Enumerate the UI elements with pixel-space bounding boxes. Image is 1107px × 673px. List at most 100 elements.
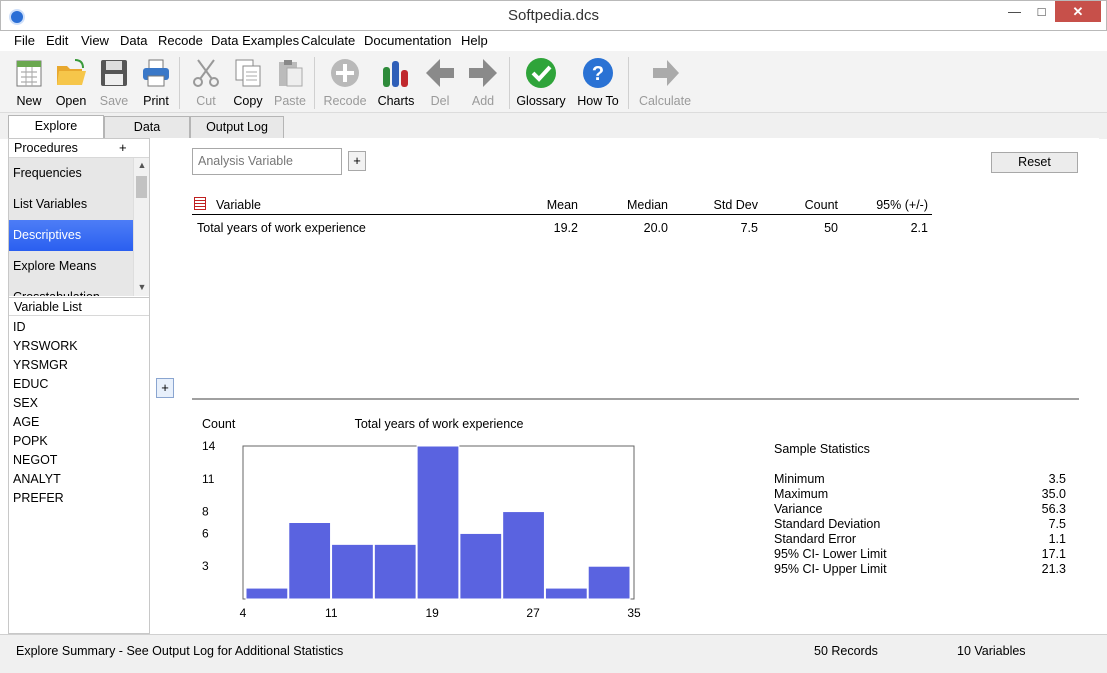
paste-button[interactable]: Paste (267, 55, 313, 111)
glossary-label: Glossary (516, 94, 566, 108)
tab-data[interactable]: Data (104, 116, 190, 139)
status-variables: 10 Variables (957, 644, 1026, 658)
procedure-crosstabulation[interactable]: Crosstabulation (9, 282, 133, 296)
recode-label: Recode (323, 94, 367, 108)
histogram-bar (416, 445, 460, 600)
histogram-bar (245, 587, 289, 600)
printer-icon (140, 57, 172, 89)
add-analysis-variable-button[interactable]: + (348, 151, 366, 171)
print-button[interactable]: Print (133, 55, 179, 111)
menu-edit[interactable]: Edit (46, 33, 68, 48)
table-cell-ci: 2.1 (910, 221, 928, 235)
variable-item[interactable]: ANALYT (13, 472, 61, 486)
help-question-icon: ? (582, 57, 614, 89)
left-pane: Procedures + Frequencies List Variables … (8, 138, 150, 634)
bar-chart-icon (380, 57, 412, 89)
window-title: Softpedia.dcs (508, 7, 599, 24)
howto-button[interactable]: ? How To (575, 55, 621, 111)
stat-value: 21.3 (1041, 562, 1066, 576)
procedures-list: Frequencies List Variables Descriptives … (9, 158, 133, 296)
header-std-dev: Std Dev (713, 198, 758, 212)
tab-explore[interactable]: Explore (8, 115, 104, 139)
analysis-variable-field[interactable]: Analysis Variable (192, 148, 342, 175)
procedures-scrollbar[interactable]: ▲ ▼ (133, 158, 149, 296)
stat-value: 17.1 (1041, 547, 1066, 561)
x-tick-label: 4 (240, 606, 247, 620)
chart-title: Total years of work experience (355, 417, 524, 431)
stat-label: 95% CI- Upper Limit (774, 562, 887, 576)
calculate-button[interactable]: Calculate (639, 55, 691, 111)
glossary-button[interactable]: Glossary (516, 55, 566, 111)
variable-item[interactable]: EDUC (13, 377, 48, 391)
add-chart-button[interactable]: + (156, 378, 174, 398)
procedure-list-variables[interactable]: List Variables (9, 189, 133, 220)
status-summary: Explore Summary - See Output Log for Add… (16, 644, 344, 658)
stat-value: 1.1 (1048, 532, 1066, 546)
scroll-down-arrow-icon[interactable]: ▼ (134, 282, 150, 292)
stat-row-variance: Variance 56.3 (774, 502, 1066, 517)
histogram-bar (544, 587, 588, 600)
menu-help[interactable]: Help (461, 33, 488, 48)
new-file-icon (13, 57, 45, 89)
menu-calculate[interactable]: Calculate (301, 33, 355, 48)
variable-item[interactable]: POPK (13, 434, 48, 448)
table-cell-mean: 19.2 (553, 221, 578, 235)
header-mean: Mean (546, 198, 578, 212)
table-cell-count: 50 (824, 221, 838, 235)
variable-item[interactable]: YRSMGR (13, 358, 68, 372)
calculate-label: Calculate (638, 94, 692, 108)
menu-data[interactable]: Data (120, 33, 147, 48)
stat-row-minimum: Minimum 3.5 (774, 472, 1066, 487)
add-button[interactable]: Add (460, 55, 506, 111)
stat-value: 7.5 (1048, 517, 1066, 531)
y-tick-label: 8 (202, 505, 209, 519)
copy-icon (232, 57, 264, 89)
tab-output-log[interactable]: Output Log (190, 116, 284, 139)
stat-label: Minimum (774, 472, 825, 486)
close-button[interactable]: ✕ (1055, 1, 1101, 22)
variable-list-header: Variable List (9, 297, 149, 316)
variable-item[interactable]: ID (13, 320, 26, 334)
menu-recode[interactable]: Recode (158, 33, 203, 48)
menu-view[interactable]: View (81, 33, 109, 48)
table-cell-variable: Total years of work experience (197, 221, 366, 235)
reset-button[interactable]: Reset (991, 152, 1078, 173)
section-divider (192, 398, 1079, 400)
menu-documentation[interactable]: Documentation (364, 33, 451, 48)
header-variable: Variable (216, 198, 261, 212)
scroll-up-arrow-icon[interactable]: ▲ (134, 160, 150, 170)
y-tick-label: 6 (202, 526, 209, 540)
variable-item[interactable]: AGE (13, 415, 39, 429)
variable-item[interactable]: PREFER (13, 491, 64, 505)
x-tick-label: 35 (627, 606, 641, 620)
stat-label: Maximum (774, 487, 829, 501)
recode-button[interactable]: Recode (322, 55, 368, 111)
procedure-frequencies[interactable]: Frequencies (9, 158, 133, 189)
procedure-explore-means[interactable]: Explore Means (9, 251, 133, 282)
minimize-button[interactable]: — (1001, 1, 1028, 22)
menu-bar: File Edit View Data Recode Data Examples… (0, 31, 1107, 51)
results-header-row: Variable Mean Median Std Dev Count 95% (… (192, 196, 932, 215)
stat-label: 95% CI- Lower Limit (774, 547, 887, 561)
variable-item[interactable]: SEX (13, 396, 38, 410)
menu-file[interactable]: File (14, 33, 35, 48)
arrow-left-icon (424, 57, 456, 89)
procedures-expand-button[interactable]: + (119, 140, 127, 155)
variable-item[interactable]: YRSWORK (13, 339, 78, 353)
histogram-svg: 3 6 8 11 14 4 11 19 27 35 Count Total years of work… (202, 417, 641, 620)
procedure-descriptives[interactable]: Descriptives (9, 220, 133, 251)
folder-open-icon (55, 57, 87, 89)
menu-data-examples[interactable]: Data Examples (211, 33, 299, 48)
histogram-chart: 3 6 8 11 14 4 11 19 27 35 Count Total years of work… (192, 413, 652, 623)
stat-label: Standard Deviation (774, 517, 881, 531)
stat-row-ci-lower: 95% CI- Lower Limit 17.1 (774, 547, 1066, 562)
checkmark-circle-icon (525, 57, 557, 89)
y-axis-label: Count (202, 417, 236, 431)
maximize-button[interactable]: □ (1028, 1, 1055, 22)
histogram-bar (373, 543, 417, 600)
variable-item[interactable]: NEGOT (13, 453, 57, 467)
header-median: Median (627, 198, 668, 212)
stat-label: Variance (774, 502, 823, 516)
scrollbar-thumb[interactable] (136, 176, 147, 198)
histogram-bar (331, 543, 374, 600)
